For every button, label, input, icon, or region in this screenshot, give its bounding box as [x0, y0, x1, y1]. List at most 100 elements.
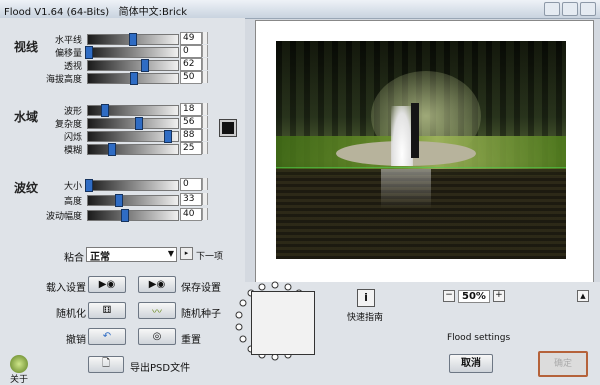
param-row-ripple-2: 波动幅度 40: [0, 208, 240, 222]
flood-settings-label: Flood settings: [447, 333, 511, 343]
param-slider[interactable]: [87, 33, 179, 46]
param-row-waterfield-3: 模糊 25: [0, 142, 240, 156]
param-value-field[interactable]: 0: [180, 178, 202, 191]
wave-preview-box[interactable]: [251, 291, 315, 355]
param-slider[interactable]: [87, 59, 179, 72]
param-label: 大小: [63, 182, 82, 192]
slider-thumb[interactable]: [107, 143, 116, 156]
param-row-ripple-0: 大小 0: [0, 178, 240, 192]
cancel-button[interactable]: 取消: [449, 354, 493, 373]
param-slider[interactable]: [87, 130, 179, 143]
param-row-view-3: 海拔高度 50: [0, 71, 240, 85]
param-label: 高度: [63, 197, 82, 207]
param-label: 波动幅度: [45, 212, 82, 222]
window-title: Flood V1.64 (64-Bits) 简体中文:Brick: [4, 7, 188, 18]
param-row-view-2: 透视 62: [0, 58, 240, 72]
param-spinner[interactable]: [202, 142, 208, 154]
param-spinner[interactable]: [202, 208, 208, 220]
load-settings-button[interactable]: ▶◉: [88, 276, 126, 293]
slider-thumb[interactable]: [114, 194, 123, 207]
info-icon[interactable]: i: [357, 289, 375, 307]
param-slider[interactable]: [87, 143, 179, 156]
about-icon[interactable]: [10, 355, 28, 373]
preview-image: [276, 41, 566, 259]
reset-button[interactable]: ◎: [138, 328, 176, 345]
param-value-field[interactable]: 62: [180, 58, 202, 71]
param-slider[interactable]: [87, 117, 179, 130]
param-value-field[interactable]: 49: [180, 32, 202, 45]
save-settings-label: 保存设置: [181, 283, 221, 294]
document-icon: 🗋: [101, 358, 111, 369]
load-settings-label: 载入设置: [46, 283, 86, 294]
collapse-up-button[interactable]: ▲: [577, 290, 589, 302]
blend-mode-row: 粘合 正常 ▼ ▸ 下一项: [0, 247, 245, 264]
preview-canvas[interactable]: [255, 20, 594, 284]
about-label: 关于: [10, 375, 29, 385]
wave-icon: 〰: [152, 307, 162, 318]
param-row-ripple-1: 高度 33: [0, 193, 240, 207]
randomize-label: 随机化: [56, 309, 86, 320]
param-spinner[interactable]: [202, 103, 208, 115]
param-value-field[interactable]: 56: [180, 116, 202, 129]
random-seed-label: 随机种子: [181, 309, 221, 320]
undo-button[interactable]: ↶: [88, 328, 126, 345]
param-slider[interactable]: [85, 179, 179, 192]
save-settings-button[interactable]: ▶◉: [138, 276, 176, 293]
minimize-button[interactable]: [544, 2, 560, 16]
export-psd-button[interactable]: 🗋: [88, 356, 124, 373]
param-value-field[interactable]: 50: [180, 71, 202, 84]
chevron-down-icon: ▼: [167, 249, 174, 258]
slider-thumb[interactable]: [121, 209, 129, 222]
param-row-waterfield-0: 波形 18: [0, 103, 240, 117]
param-value-field[interactable]: 18: [180, 103, 202, 116]
next-item-label: 下一项: [196, 252, 224, 262]
param-slider[interactable]: [85, 46, 179, 59]
quick-guide-label: 快速指南: [347, 313, 384, 323]
slider-thumb[interactable]: [130, 72, 138, 85]
param-value-field[interactable]: 33: [180, 193, 202, 206]
play-record-icon: ▶◉: [148, 279, 166, 290]
param-slider[interactable]: [87, 209, 179, 222]
param-value-field[interactable]: 88: [180, 129, 202, 142]
param-value-field[interactable]: 40: [180, 208, 202, 221]
maximize-button[interactable]: [562, 2, 578, 16]
param-row-waterfield-2: 闪烁 88: [0, 129, 240, 143]
param-spinner[interactable]: [202, 45, 208, 57]
random-seed-button[interactable]: 〰: [138, 302, 176, 319]
param-value-field[interactable]: 25: [180, 142, 202, 155]
param-spinner[interactable]: [202, 193, 208, 205]
horizon-line: [276, 167, 566, 168]
close-button[interactable]: [580, 2, 596, 16]
footer-bar: i 快速指南 − 50% + ▲ Flood settings 取消 确定: [235, 281, 600, 385]
param-spinner[interactable]: [202, 32, 208, 44]
param-row-view-1: 偏移量 0: [0, 45, 240, 59]
dice-icon: ⚅: [102, 305, 112, 316]
next-item-button[interactable]: ▸: [180, 247, 193, 260]
play-record-icon: ▶◉: [98, 279, 116, 290]
param-spinner[interactable]: [202, 129, 208, 141]
zoom-in-button[interactable]: +: [492, 290, 505, 302]
slider-thumb[interactable]: [85, 179, 93, 192]
param-label: 海拔高度: [45, 75, 82, 85]
zoom-control: − 50% +: [443, 289, 505, 303]
param-spinner[interactable]: [202, 116, 208, 128]
blend-mode-value: 正常: [90, 252, 110, 263]
blend-mode-select[interactable]: 正常 ▼: [86, 247, 177, 263]
param-slider[interactable]: [87, 194, 179, 207]
reset-circle-icon: ◎: [152, 331, 162, 342]
window-controls: [544, 2, 596, 16]
zoom-out-button[interactable]: −: [443, 290, 455, 302]
ok-button[interactable]: 确定: [538, 351, 588, 377]
param-spinner[interactable]: [202, 58, 208, 70]
param-slider[interactable]: [87, 104, 179, 117]
randomize-button[interactable]: ⚅: [88, 302, 126, 319]
param-spinner[interactable]: [202, 178, 208, 190]
water-color-swatch[interactable]: [219, 119, 237, 137]
param-value-field[interactable]: 0: [180, 45, 202, 58]
undo-icon: ↶: [102, 331, 112, 342]
param-slider[interactable]: [87, 72, 179, 85]
zoom-value: 50%: [458, 289, 490, 303]
param-spinner[interactable]: [202, 71, 208, 83]
export-psd-label: 导出PSD文件: [130, 363, 191, 374]
param-row-view-0: 水平线 49: [0, 32, 240, 46]
